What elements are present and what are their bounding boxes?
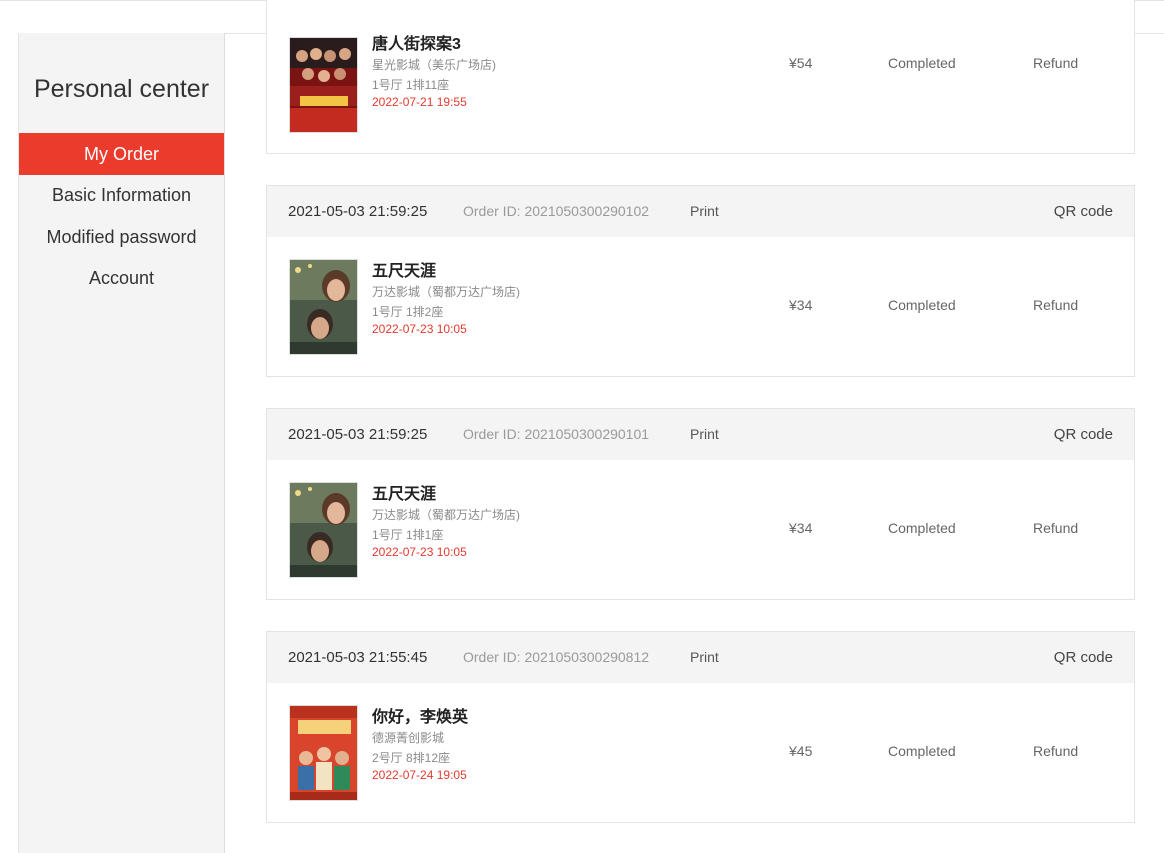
movie-title: 五尺天涯	[372, 486, 437, 503]
order-price: ¥34	[789, 520, 813, 536]
order-price: ¥45	[789, 743, 813, 759]
order-body: 唐人街探案3 星光影城（美乐广场店) 1号厅 1排11座 2022-07-21 …	[267, 33, 1134, 153]
cinema-name: 万达影城（蜀都万达广场店)	[372, 285, 520, 299]
order-header: 2021-05-03 21:59:25 Order ID: 2021050300…	[267, 409, 1134, 460]
order-id: Order ID: 2021050300290812	[463, 649, 650, 665]
seat-info: 1号厅 1排1座	[372, 528, 444, 542]
order-time: 2021-05-03 21:59:25	[288, 203, 428, 220]
order-card: 唐人街探案3 星光影城（美乐广场店) 1号厅 1排11座 2022-07-21 …	[266, 0, 1135, 154]
order-price: ¥54	[789, 55, 813, 71]
refund-button[interactable]: Refund	[1033, 33, 1078, 93]
seat-info: 2号厅 8排12座	[372, 751, 451, 765]
print-button[interactable]: Print	[690, 632, 719, 683]
order-status: Completed	[888, 297, 956, 313]
showtime: 2022-07-24 19:05	[372, 768, 467, 782]
qr-code-button[interactable]: QR code	[1054, 409, 1113, 460]
poster-wuchitianya-icon[interactable]	[289, 482, 358, 578]
refund-button[interactable]: Refund	[1033, 691, 1078, 811]
poster-wuchitianya-icon[interactable]	[289, 259, 358, 355]
order-id: Order ID: 2021050300290101	[463, 426, 650, 442]
showtime: 2022-07-21 19:55	[372, 95, 467, 109]
cinema-name: 德源菁创影城	[372, 731, 445, 745]
order-status: Completed	[888, 55, 956, 71]
qr-code-button[interactable]: QR code	[1054, 186, 1113, 237]
order-id: Order ID: 2021050300290102	[463, 203, 650, 219]
qr-code-button[interactable]: QR code	[1054, 632, 1113, 683]
order-body: 你好，李焕英 德源菁创影城 2号厅 8排12座 2022-07-24 19:05…	[267, 691, 1134, 811]
movie-title: 你好，李焕英	[372, 709, 469, 726]
order-card: 2021-05-03 21:59:25 Order ID: 2021050300…	[266, 408, 1135, 600]
cinema-name: 星光影城（美乐广场店)	[372, 58, 496, 72]
sidebar-item-basic-information[interactable]: Basic Information	[19, 174, 224, 216]
movie-title: 唐人街探案3	[372, 36, 461, 53]
movie-title: 五尺天涯	[372, 263, 437, 280]
sidebar: Personal center My Order Basic Informati…	[18, 33, 225, 853]
showtime: 2022-07-23 10:05	[372, 322, 467, 336]
order-header: 2021-05-03 21:59:25 Order ID: 2021050300…	[267, 186, 1134, 237]
poster-nihaolihuanying-icon[interactable]	[289, 705, 358, 801]
refund-button[interactable]: Refund	[1033, 468, 1078, 588]
showtime: 2022-07-23 10:05	[372, 545, 467, 559]
order-body: 五尺天涯 万达影城（蜀都万达广场店) 1号厅 1排2座 2022-07-23 1…	[267, 245, 1134, 365]
order-card: 2021-05-03 21:59:25 Order ID: 2021050300…	[266, 185, 1135, 377]
order-status: Completed	[888, 743, 956, 759]
print-button[interactable]: Print	[690, 186, 719, 237]
sidebar-item-my-order[interactable]: My Order	[19, 133, 224, 175]
order-price: ¥34	[789, 297, 813, 313]
refund-button[interactable]: Refund	[1033, 245, 1078, 365]
order-card: 2021-05-03 21:55:45 Order ID: 2021050300…	[266, 631, 1135, 823]
sidebar-title: Personal center	[33, 75, 210, 103]
order-time: 2021-05-03 21:59:25	[288, 426, 428, 443]
print-button[interactable]: Print	[690, 409, 719, 460]
sidebar-item-account[interactable]: Account	[19, 257, 224, 299]
seat-info: 1号厅 1排11座	[372, 78, 450, 92]
poster-tangrenjie-icon[interactable]	[289, 37, 358, 133]
order-status: Completed	[888, 520, 956, 536]
order-time: 2021-05-03 21:55:45	[288, 649, 428, 666]
seat-info: 1号厅 1排2座	[372, 305, 444, 319]
sidebar-item-modified-password[interactable]: Modified password	[19, 216, 224, 258]
order-header: 2021-05-03 21:55:45 Order ID: 2021050300…	[267, 632, 1134, 683]
order-body: 五尺天涯 万达影城（蜀都万达广场店) 1号厅 1排1座 2022-07-23 1…	[267, 468, 1134, 588]
cinema-name: 万达影城（蜀都万达广场店)	[372, 508, 520, 522]
